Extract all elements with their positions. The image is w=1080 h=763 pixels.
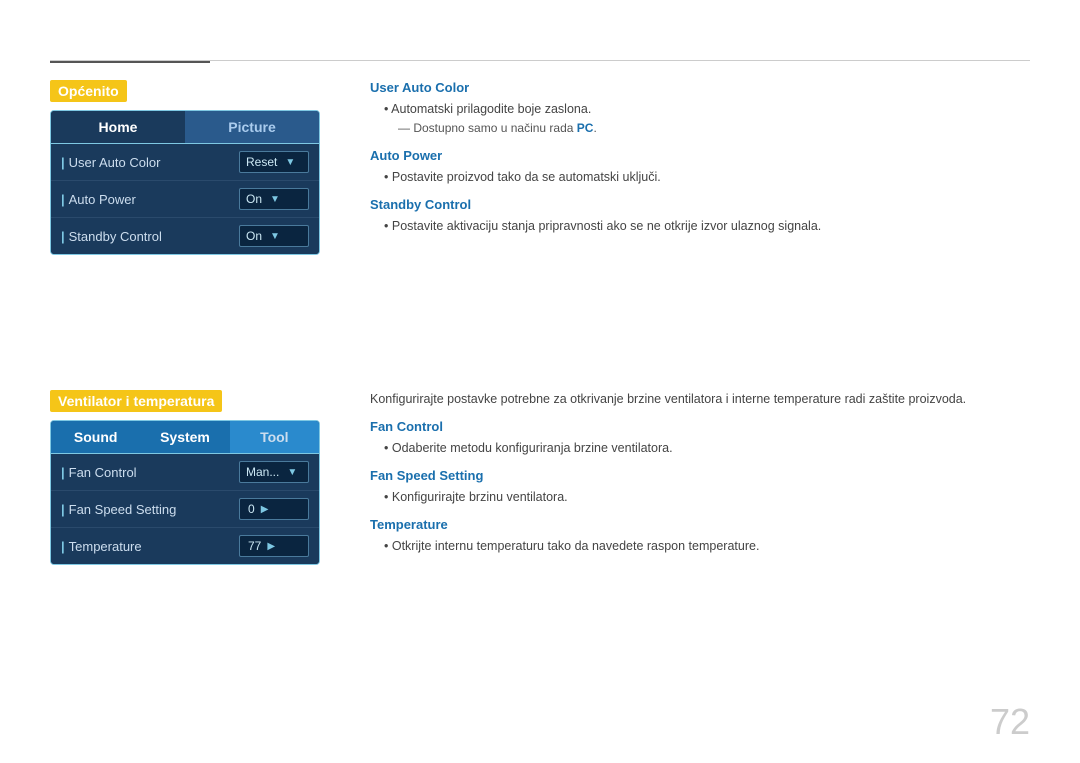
desc-highlight-pc: PC	[577, 121, 594, 135]
ventilator-title: Ventilator i temperatura	[50, 390, 330, 412]
control-fan-control[interactable]: Man... ▼	[239, 461, 309, 483]
tab-tool[interactable]: Tool	[230, 421, 319, 454]
dropdown-on-standby[interactable]: On ▼	[239, 225, 309, 247]
desc-text-fan-speed-1: Konfigurirajte brzinu ventilatora.	[384, 487, 1030, 507]
control-user-auto-color[interactable]: Reset ▼	[239, 151, 309, 173]
label-temperature: Temperature	[61, 539, 142, 554]
row-user-auto-color: User Auto Color Reset ▼	[51, 144, 319, 181]
row-standby-control: Standby Control On ▼	[51, 218, 319, 254]
dropdown-standby-value: On	[246, 229, 262, 243]
ventilator-intro: Konfigurirajte postavke potrebne za otkr…	[370, 390, 1030, 409]
dropdown-on-autopower[interactable]: On ▼	[239, 188, 309, 210]
dropdown-fan-control-value: Man...	[246, 465, 279, 479]
section-opcenito: Općenito Home Picture User Auto Color Re…	[50, 80, 1030, 255]
desc-text-user-auto-color-1: Automatski prilagodite boje zaslona.	[384, 99, 1030, 119]
dropdown-fan-control-arrow: ▼	[287, 467, 297, 478]
control-auto-power[interactable]: On ▼	[239, 188, 309, 210]
ventilator-desc-panel: Konfigurirajte postavke potrebne za otkr…	[370, 390, 1030, 565]
temperature-arrow-right: ▶	[267, 541, 275, 552]
dropdown-standby-arrow: ▼	[270, 231, 280, 242]
label-auto-power: Auto Power	[61, 192, 136, 207]
dropdown-reset-value: Reset	[246, 155, 277, 169]
opcenito-menu-box: Općenito Home Picture User Auto Color Re…	[50, 80, 330, 255]
control-fan-speed[interactable]: 0 ▶	[239, 498, 309, 520]
desc-text-temperature-1: Otkrijte internu temperaturu tako da nav…	[384, 536, 1030, 556]
row-fan-speed-setting: Fan Speed Setting 0 ▶	[51, 491, 319, 528]
control-temperature[interactable]: 77 ▶	[239, 535, 309, 557]
dropdown-reset-arrow: ▼	[285, 157, 295, 168]
dropdown-on-value: On	[246, 192, 262, 206]
desc-text-user-auto-color-note: Dostupno samo u načinu rada PC.	[398, 119, 1030, 138]
temperature-value: 77	[248, 539, 261, 553]
opcenito-ui-menu: Home Picture User Auto Color Reset ▼	[50, 110, 320, 255]
dropdown-fan-control[interactable]: Man... ▼	[239, 461, 309, 483]
label-fan-control: Fan Control	[61, 465, 137, 480]
ventilator-section-title: Ventilator i temperatura	[50, 390, 222, 412]
top-line	[50, 60, 1030, 61]
desc-title-user-auto-color: User Auto Color	[370, 80, 1030, 95]
tab-picture[interactable]: Picture	[185, 111, 319, 144]
label-fan-speed-setting: Fan Speed Setting	[61, 502, 176, 517]
tab-home[interactable]: Home	[51, 111, 185, 144]
row-auto-power: Auto Power On ▼	[51, 181, 319, 218]
desc-title-fan-control: Fan Control	[370, 419, 1030, 434]
arrow-temperature[interactable]: 77 ▶	[239, 535, 309, 557]
opcenito-rows: User Auto Color Reset ▼ Auto Power	[51, 144, 319, 254]
section-ventilator: Ventilator i temperatura Sound System To…	[50, 390, 1030, 565]
row-fan-control: Fan Control Man... ▼	[51, 454, 319, 491]
ventilator-menu-box: Ventilator i temperatura Sound System To…	[50, 390, 330, 565]
desc-title-auto-power: Auto Power	[370, 148, 1030, 163]
dropdown-on-arrow: ▼	[270, 194, 280, 205]
ventilator-ui-menu: Sound System Tool Fan Control Man... ▼	[50, 420, 320, 565]
ventilator-tabs: Sound System Tool	[51, 421, 319, 454]
opcenito-desc-panel: User Auto Color Automatski prilagodite b…	[370, 80, 1030, 255]
opcenito-title: Općenito	[50, 80, 330, 102]
tab-system[interactable]: System	[140, 421, 229, 454]
opcenito-tabs: Home Picture	[51, 111, 319, 144]
label-standby-control: Standby Control	[61, 229, 162, 244]
tab-sound[interactable]: Sound	[51, 421, 140, 454]
page-container: Općenito Home Picture User Auto Color Re…	[0, 0, 1080, 763]
control-standby-control[interactable]: On ▼	[239, 225, 309, 247]
desc-text-standby-control-1: Postavite aktivaciju stanja pripravnosti…	[384, 216, 1030, 236]
desc-title-temperature: Temperature	[370, 517, 1030, 532]
fan-speed-value: 0	[248, 502, 255, 516]
row-temperature: Temperature 77 ▶	[51, 528, 319, 564]
arrow-fan-speed[interactable]: 0 ▶	[239, 498, 309, 520]
desc-title-fan-speed-setting: Fan Speed Setting	[370, 468, 1030, 483]
ventilator-rows: Fan Control Man... ▼ Fan Speed Setting	[51, 454, 319, 564]
fan-speed-arrow-right: ▶	[261, 504, 269, 515]
desc-text-fan-control-1: Odaberite metodu konfiguriranja brzine v…	[384, 438, 1030, 458]
page-number: 72	[990, 701, 1030, 743]
dropdown-reset[interactable]: Reset ▼	[239, 151, 309, 173]
label-user-auto-color: User Auto Color	[61, 155, 160, 170]
desc-title-standby-control: Standby Control	[370, 197, 1030, 212]
opcenito-section-title: Općenito	[50, 80, 127, 102]
desc-text-auto-power-1: Postavite proizvod tako da se automatski…	[384, 167, 1030, 187]
